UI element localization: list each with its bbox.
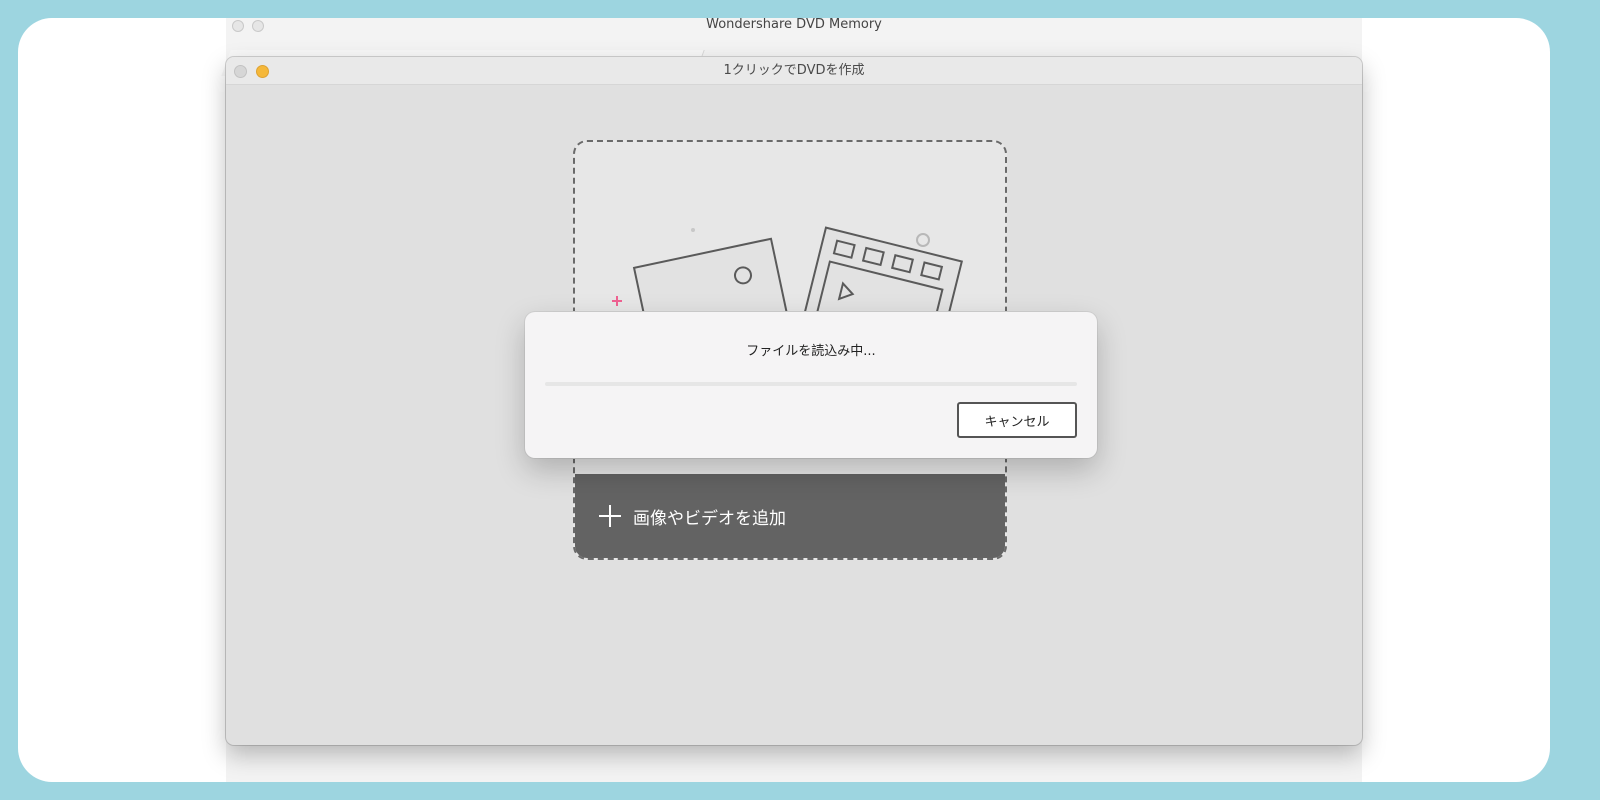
one-click-dvd-window: 1クリックでDVDを作成 画像やビデオを追加 ファイルを読込み中... キャンセ… [226, 57, 1362, 745]
add-media-label: 画像やビデオを追加 [633, 508, 786, 529]
main-window-title: Wondershare DVD Memory [706, 18, 882, 32]
plus-icon [599, 505, 621, 527]
loading-dialog: ファイルを読込み中... キャンセル [525, 312, 1097, 458]
window-titlebar: 1クリックでDVDを作成 [226, 57, 1362, 85]
add-media-button[interactable]: 画像やビデオを追加 [575, 474, 1005, 558]
loading-progress-bar [545, 382, 1077, 386]
screenshot-frame: Wondershare DVD Memory 1クリックでDVDを作成 画像やビ… [18, 18, 1550, 782]
window-title: 1クリックでDVDを作成 [723, 63, 865, 78]
cancel-button[interactable]: キャンセル [957, 402, 1077, 438]
loading-message: ファイルを読込み中... [746, 344, 876, 359]
